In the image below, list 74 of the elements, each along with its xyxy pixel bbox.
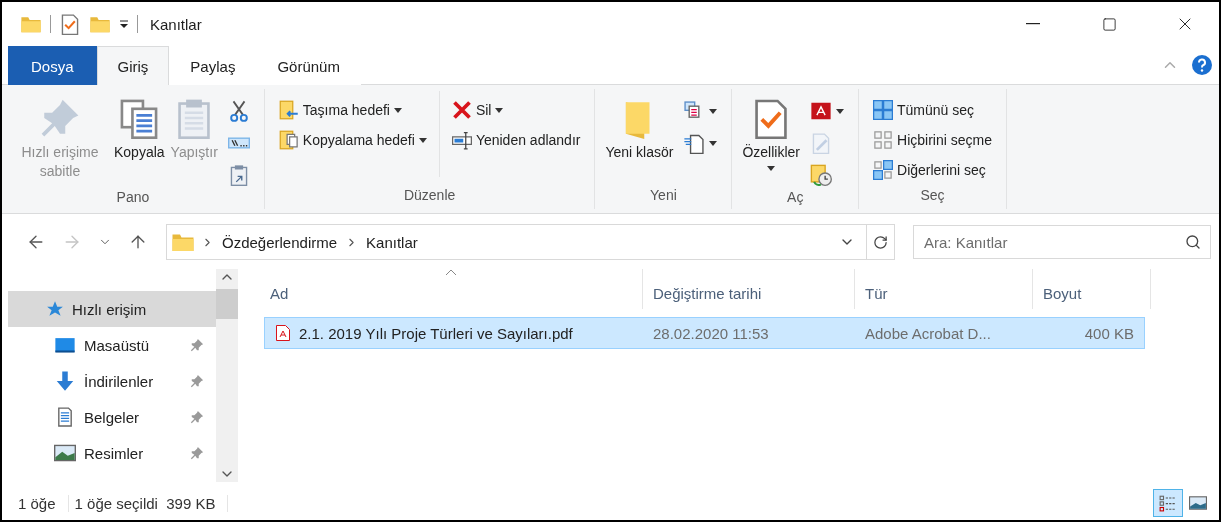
help-icon — [1191, 54, 1213, 76]
ribbon-button[interactable]: Taşıma hedefi — [276, 97, 429, 123]
ribbon-button[interactable]: Kopyalama hedefi — [276, 127, 429, 153]
ribbon-button[interactable]: Tümünü seç — [871, 97, 994, 123]
breadcrumb[interactable]: Kanıtlar — [364, 233, 420, 251]
column-header[interactable]: Değiştirme tarihi — [643, 269, 855, 309]
pdf-file-icon — [275, 324, 291, 342]
group-label: Seç — [919, 187, 946, 205]
pencil-page-icon — [810, 132, 832, 154]
ribbon-button[interactable]: Sil — [449, 97, 583, 123]
caret-icon — [418, 137, 427, 143]
group-label: Pano — [115, 189, 151, 207]
search-icon — [1185, 234, 1201, 250]
folder-clock-icon — [810, 164, 832, 186]
ribbon-button[interactable]: Diğerlerini seç — [871, 157, 994, 183]
table-cell: Adobe Acrobat D... — [855, 317, 1033, 349]
nav-pane-item[interactable]: Masaüstü — [8, 327, 216, 363]
grid-icon — [873, 100, 893, 120]
refresh-icon — [873, 234, 888, 250]
table-cell: 28.02.2020 11:53 — [643, 317, 855, 349]
caret-icon — [767, 166, 776, 171]
window-title: Kanıtlar — [150, 15, 203, 33]
group-label: Yeni — [649, 187, 678, 205]
file-name-cell[interactable]: 2.1. 2019 Yılı Proje Türleri ve Sayıları.pdf — [264, 317, 643, 349]
grid-icon — [873, 160, 893, 180]
checkmark-page-icon — [59, 13, 81, 35]
column-header[interactable]: Tür — [855, 269, 1033, 309]
caret-icon — [836, 108, 844, 114]
pdf-icon — [810, 100, 832, 122]
breadcrumb[interactable]: Özdeğerlendirme — [220, 233, 340, 251]
scissors-icon — [227, 100, 250, 122]
cross-icon — [451, 100, 472, 120]
minimize-icon — [1026, 23, 1040, 25]
ribbon-button[interactable]: Yeni klasör — [603, 91, 676, 187]
group-label: Düzenle — [402, 187, 457, 205]
nav-pane-item[interactable]: Hızlı erişim — [8, 291, 216, 327]
ribbon-button[interactable]: Yeniden adlandır — [449, 127, 583, 153]
caret-icon — [709, 108, 718, 114]
status-text: 1 öğe seçildi 399 KB — [68, 494, 229, 512]
down-arrow-icon — [54, 370, 76, 392]
column-header[interactable]: Boyut — [1033, 269, 1151, 309]
details-view-icon — [1159, 494, 1177, 512]
page-lines-icon — [683, 132, 706, 154]
pin-icon — [39, 97, 81, 139]
status-text: 1 öğe — [12, 494, 69, 512]
ribbon-button[interactable]: Kopyala — [112, 91, 167, 189]
table-cell: 400 KB — [1033, 317, 1145, 349]
view-button[interactable] — [1153, 489, 1183, 517]
scroll-thumb[interactable] — [216, 289, 238, 319]
nav-pane-item[interactable]: İndirilenler — [8, 363, 216, 399]
nav-pane-item[interactable]: Belgeler — [8, 399, 216, 435]
grid-icon — [873, 130, 893, 150]
rename-icon — [451, 130, 472, 150]
group-label: Aç — [786, 189, 805, 207]
column-header[interactable]: Ad — [260, 269, 643, 309]
address-bar[interactable]: Özdeğerlendirme Kanıtlar — [166, 224, 895, 260]
caret-icon — [495, 107, 504, 113]
maximize-icon — [1101, 16, 1117, 32]
large-icons-view-icon — [1189, 494, 1207, 512]
star-icon — [46, 300, 64, 318]
ribbon-button[interactable]: Özellikler — [740, 91, 802, 189]
ribbon-tab[interactable]: Giriş — [96, 46, 170, 85]
file-menu-tab[interactable]: Dosya — [8, 46, 97, 85]
sort-caret-icon — [445, 269, 457, 276]
caret-icon — [709, 140, 718, 146]
search-field[interactable]: Ara: Kanıtlar — [913, 225, 1211, 259]
ribbon-button[interactable]: Hiçbirini seçme — [871, 127, 994, 153]
folder-pages-icon — [278, 130, 299, 150]
customize-caret-icon[interactable] — [119, 19, 129, 29]
image-icon — [54, 442, 76, 464]
nav-pane-item[interactable]: Resimler — [8, 435, 216, 471]
scrollbar[interactable] — [216, 269, 238, 482]
folder-arrow-icon — [278, 100, 299, 120]
caret-icon — [393, 107, 402, 113]
